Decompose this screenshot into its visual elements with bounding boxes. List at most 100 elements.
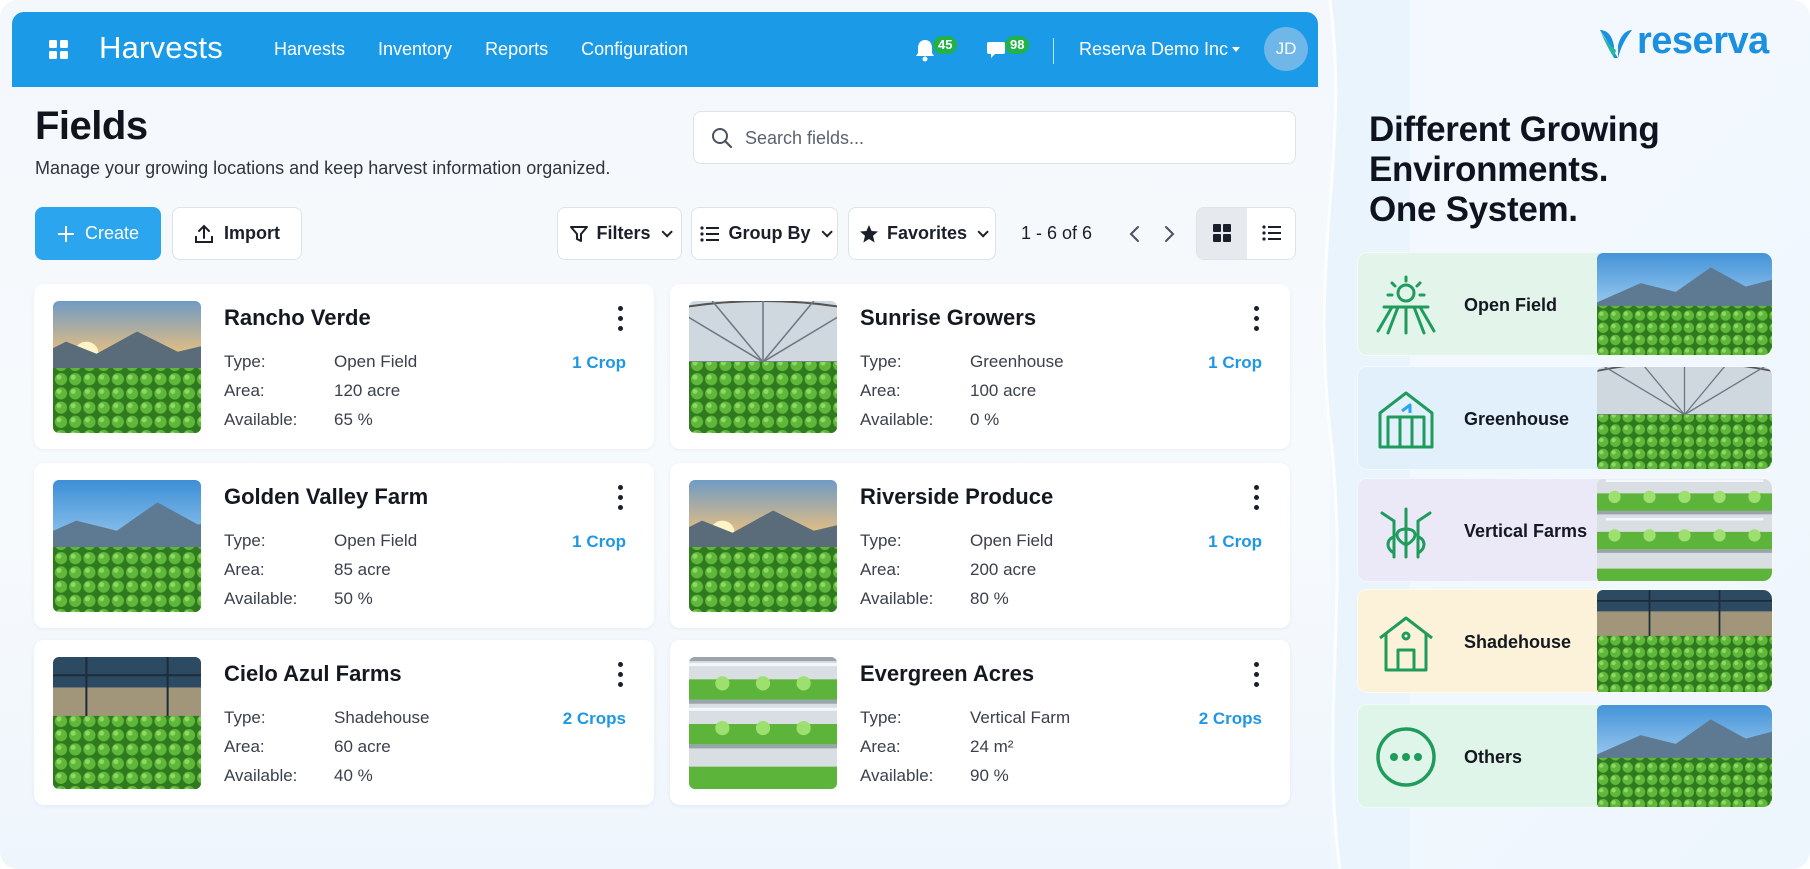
field-type-row: Type: Open Field <box>224 352 417 372</box>
promo-headline: Different Growing Environments. One Syst… <box>1369 110 1660 230</box>
area-label: Area: <box>224 737 265 756</box>
list-view-button[interactable] <box>1247 208 1295 259</box>
crop-count-link[interactable]: 1 Crop <box>1208 353 1262 373</box>
app-window: Harvests Harvests Inventory Reports Conf… <box>0 0 1330 869</box>
page-title: Fields <box>35 104 148 148</box>
more-vertical-icon[interactable] <box>1254 485 1260 511</box>
area-label: Area: <box>224 381 265 400</box>
import-label: Import <box>224 223 280 243</box>
available-label: Available: <box>224 766 298 785</box>
create-button[interactable]: Create <box>35 207 161 260</box>
more-vertical-icon[interactable] <box>618 485 624 511</box>
reserva-wordmark: reserva <box>1637 20 1769 62</box>
more-vertical-icon[interactable] <box>618 662 624 688</box>
field-type-row: Type: Shadehouse <box>224 708 429 728</box>
field-name[interactable]: Sunrise Growers <box>860 305 1036 331</box>
upload-icon <box>195 224 213 243</box>
field-image <box>53 657 201 789</box>
environment-image <box>1597 367 1772 469</box>
area-label: Area: <box>224 560 265 579</box>
more-vertical-icon[interactable] <box>618 306 624 332</box>
notifications-badge: 45 <box>933 36 958 54</box>
field-card[interactable]: Golden Valley Farm 1 Crop Type: Open Fiel… <box>34 463 654 628</box>
type-value: Open Field <box>970 531 1054 550</box>
environment-label: Shadehouse <box>1464 632 1572 652</box>
stage: Harvests Harvests Inventory Reports Conf… <box>0 0 1810 869</box>
greenhouse-icon <box>1378 391 1434 449</box>
more-icon <box>1376 727 1436 787</box>
field-card[interactable]: Sunrise Growers 1 Crop Type: Greenhouse A… <box>670 284 1290 449</box>
top-navbar: Harvests Harvests Inventory Reports Conf… <box>12 12 1318 87</box>
pager-count: 1 - 6 of 6 <box>1021 223 1093 243</box>
available-value: 40 % <box>334 766 373 785</box>
nav-inventory[interactable]: Inventory <box>378 39 452 60</box>
area-value: 200 acre <box>970 560 1037 579</box>
search-input[interactable] <box>745 124 1265 152</box>
available-label: Available: <box>224 410 298 429</box>
group-by-button[interactable]: Group By <box>691 207 838 260</box>
nav-reports[interactable]: Reports <box>485 39 548 60</box>
company-switcher[interactable]: Reserva Demo Inc <box>1079 39 1228 60</box>
environment-label: Greenhouse <box>1464 409 1570 429</box>
crop-count-link[interactable]: 1 Crop <box>1208 532 1262 552</box>
apps-grid-icon[interactable] <box>49 40 69 60</box>
headline-line-3: One System. <box>1369 190 1578 229</box>
filters-button[interactable]: Filters <box>557 207 682 260</box>
crop-count-link[interactable]: 2 Crops <box>563 709 626 729</box>
navbar-divider <box>1053 38 1054 64</box>
field-card[interactable]: Cielo Azul Farms 2 Crops Type: Shadehouse… <box>34 640 654 805</box>
kanban-view-button[interactable] <box>1197 208 1247 259</box>
field-card[interactable]: Evergreen Acres 2 Crops Type: Vertical Fa… <box>670 640 1290 805</box>
favorites-button[interactable]: Favorites <box>848 207 996 260</box>
headline-line-1: Different Growing <box>1369 110 1660 149</box>
environment-item: Greenhouse <box>1357 366 1773 470</box>
view-toggle <box>1196 207 1296 260</box>
field-name[interactable]: Evergreen Acres <box>860 661 1034 687</box>
field-available-row: Available: 40 % <box>224 766 373 786</box>
field-name[interactable]: Rancho Verde <box>224 305 371 331</box>
field-card[interactable]: Rancho Verde 1 Crop Type: Open Field Area… <box>34 284 654 449</box>
field-card[interactable]: Riverside Produce 1 Crop Type: Open Field… <box>670 463 1290 628</box>
caret-down-icon[interactable] <box>1232 47 1240 52</box>
crop-count-link[interactable]: 1 Crop <box>572 353 626 373</box>
field-image <box>53 301 201 433</box>
environment-image <box>1597 479 1772 581</box>
nav-configuration[interactable]: Configuration <box>581 39 688 60</box>
available-value: 65 % <box>334 410 373 429</box>
field-name[interactable]: Cielo Azul Farms <box>224 661 402 687</box>
field-area-row: Area: 200 acre <box>860 560 1036 580</box>
more-vertical-icon[interactable] <box>1254 662 1260 688</box>
field-area-row: Area: 60 acre <box>224 737 391 757</box>
field-name[interactable]: Golden Valley Farm <box>224 484 428 510</box>
type-value: Greenhouse <box>970 352 1064 371</box>
field-available-row: Available: 90 % <box>860 766 1009 786</box>
filters-label: Filters <box>596 223 651 243</box>
type-label: Type: <box>224 708 266 727</box>
environment-item: Others <box>1357 704 1773 808</box>
list-icon <box>700 225 720 242</box>
search-icon <box>712 128 733 149</box>
vertical-farm-icon <box>1380 507 1432 559</box>
environment-item: Shadehouse <box>1357 589 1773 693</box>
nav-harvests[interactable]: Harvests <box>274 39 345 60</box>
field-name[interactable]: Riverside Produce <box>860 484 1053 510</box>
available-label: Available: <box>224 589 298 608</box>
crop-count-link[interactable]: 1 Crop <box>572 532 626 552</box>
area-label: Area: <box>860 560 901 579</box>
field-available-row: Available: 0 % <box>860 410 999 430</box>
available-value: 90 % <box>970 766 1009 785</box>
crop-count-link[interactable]: 2 Crops <box>1199 709 1262 729</box>
environment-label: Open Field <box>1464 295 1558 315</box>
field-area-row: Area: 85 acre <box>224 560 391 580</box>
environment-label: Vertical Farms <box>1464 521 1588 541</box>
list-view-icon <box>1262 225 1281 241</box>
chevron-left-icon[interactable] <box>1123 222 1147 246</box>
import-button[interactable]: Import <box>172 207 302 260</box>
chevron-right-icon[interactable] <box>1157 222 1181 246</box>
more-vertical-icon[interactable] <box>1254 306 1260 332</box>
plus-icon <box>57 225 74 242</box>
app-title: Harvests <box>99 30 223 65</box>
filter-icon <box>570 225 589 242</box>
environment-image <box>1597 590 1772 692</box>
area-label: Area: <box>860 381 901 400</box>
